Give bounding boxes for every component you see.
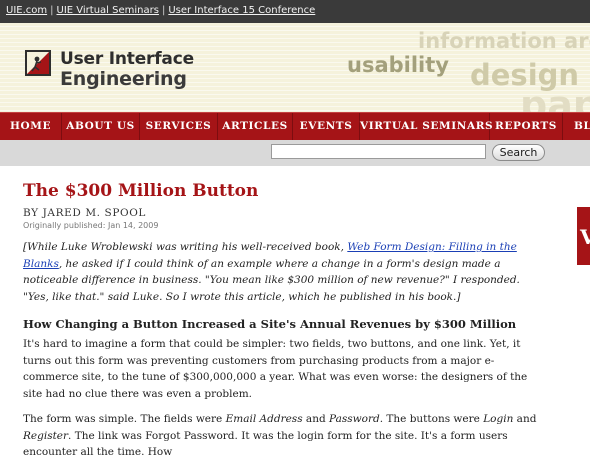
- article-byline: BY JARED M. SPOOL: [23, 207, 146, 219]
- para-text: and: [513, 413, 537, 425]
- nav-services[interactable]: SERVICES: [140, 113, 218, 140]
- nav-articles[interactable]: ARTICLES: [218, 113, 293, 140]
- main-nav: HOME ABOUT US SERVICES ARTICLES EVENTS V…: [0, 112, 590, 140]
- para-emphasis: Password: [329, 413, 380, 425]
- article-content: The $300 Million Button BY JARED M. SPOO…: [23, 181, 548, 461]
- site-logo-text[interactable]: User Interface Engineering: [60, 49, 194, 89]
- intro-text-start: [While Luke Wroblewski was writing his w…: [23, 241, 348, 253]
- site-links: UIE.com | UIE Virtual Seminars | User Interf…: [6, 5, 315, 16]
- para-text: . The link was Forgot Password. It was t…: [23, 429, 508, 459]
- article-paragraph-2: The form was simple. The fields were Ema…: [23, 411, 548, 461]
- sidebar-promo-letter: V: [580, 225, 590, 249]
- banner-word-usability: usability: [347, 53, 449, 77]
- article-intro: [While Luke Wroblewski was writing his w…: [23, 239, 548, 305]
- article-paragraph-1: It's hard to imagine a form that could b…: [23, 338, 528, 400]
- site-banner: information archi usability design pape …: [0, 23, 590, 112]
- search-bar: Search: [0, 140, 590, 166]
- search-input[interactable]: [271, 144, 486, 159]
- para-text: and: [302, 413, 330, 425]
- link-separator: |: [161, 5, 166, 16]
- nav-home[interactable]: HOME: [0, 113, 62, 140]
- top-utility-bar: UIE.com | UIE Virtual Seminars | User Interf…: [0, 0, 590, 23]
- para-emphasis: Register: [23, 429, 69, 442]
- nav-virtual-seminars[interactable]: VIRTUAL SEMINARS: [360, 113, 493, 140]
- link-separator: |: [50, 5, 54, 16]
- section-heading: How Changing a Button Increased a Site's…: [23, 317, 517, 331]
- para-emphasis: Login: [483, 413, 514, 425]
- nav-blog[interactable]: BL: [563, 113, 590, 140]
- para-text: The form was simple. The fields were: [23, 413, 226, 425]
- intro-text-end: , he asked if I could think of an exampl…: [23, 257, 520, 303]
- banner-word-paper: pape: [520, 83, 590, 112]
- published-date: Originally published: Jan 14, 2009: [23, 221, 159, 230]
- link-uie-com[interactable]: UIE.com: [6, 5, 47, 16]
- uie-logo-icon[interactable]: [25, 50, 51, 76]
- article-title: The $300 Million Button: [23, 181, 259, 201]
- logo-line-1: User Interface: [60, 49, 194, 69]
- para-text: . The buttons were: [379, 413, 484, 425]
- nav-about-us[interactable]: ABOUT US: [62, 113, 140, 140]
- logo-line-2: Engineering: [60, 68, 187, 90]
- sidebar-promo-box[interactable]: V: [577, 207, 590, 265]
- link-virtual-seminars[interactable]: UIE Virtual Seminars: [57, 5, 159, 16]
- nav-reports[interactable]: REPORTS: [490, 113, 563, 140]
- search-button[interactable]: Search: [492, 144, 545, 161]
- nav-events[interactable]: EVENTS: [293, 113, 360, 140]
- para-emphasis: Email Address: [225, 413, 303, 425]
- link-ui15-conference[interactable]: User Interface 15 Conference: [168, 5, 315, 16]
- banner-word-information: information archi: [418, 29, 590, 53]
